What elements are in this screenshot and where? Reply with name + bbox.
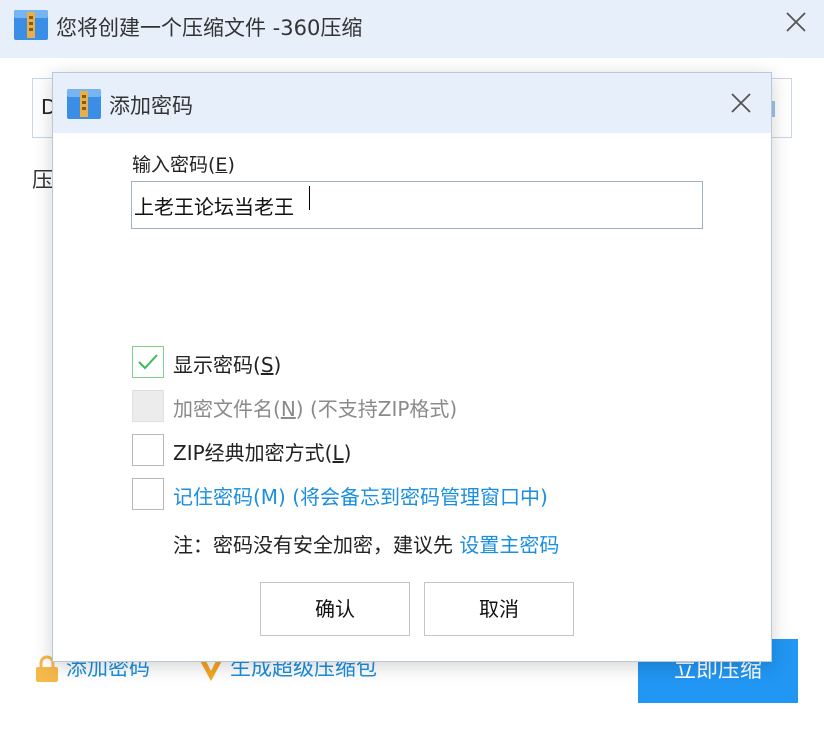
add-password-dialog: 添加密码 输入密码(E) 显示密码(S) 加密文件名(N) (不支持ZIP格式)…	[52, 72, 772, 662]
show-password-checkbox[interactable]	[132, 346, 164, 378]
dialog-title: 添加密码	[109, 94, 193, 118]
zip-classic-encryption-checkbox[interactable]	[132, 434, 164, 466]
encrypt-filenames-label: 加密文件名(N) (不支持ZIP格式)	[173, 397, 458, 421]
password-label: 输入密码(E)	[132, 154, 235, 176]
close-icon[interactable]	[729, 91, 753, 115]
show-password-label: 显示密码(S)	[173, 353, 282, 377]
cancel-button[interactable]: 取消	[424, 582, 574, 636]
archive-app-icon	[67, 89, 101, 119]
ok-button[interactable]: 确认	[260, 582, 410, 636]
password-input[interactable]	[131, 181, 703, 229]
text-caret	[309, 186, 310, 210]
security-note-text: 注：密码没有安全加密，建议先	[173, 533, 460, 557]
checkmark-icon	[138, 354, 158, 370]
compress-format-label: 压	[32, 168, 53, 192]
remember-password-checkbox[interactable]	[132, 478, 164, 510]
archive-app-icon	[14, 10, 48, 40]
zip-classic-encryption-label: ZIP经典加密方式(L)	[173, 441, 352, 465]
encrypt-filenames-checkbox	[132, 390, 164, 422]
close-icon[interactable]	[784, 10, 808, 34]
main-titlebar: 您将创建一个压缩文件 -360压缩	[0, 0, 824, 58]
dialog-titlebar: 添加密码	[53, 73, 771, 133]
set-master-password-link[interactable]: 设置主密码	[459, 533, 559, 557]
main-window-title: 您将创建一个压缩文件 -360压缩	[56, 16, 363, 40]
remember-password-label[interactable]: 记住密码(M) (将会备忘到密码管理窗口中)	[173, 481, 548, 510]
security-note: 注：密码没有安全加密，建议先 设置主密码	[173, 529, 559, 558]
